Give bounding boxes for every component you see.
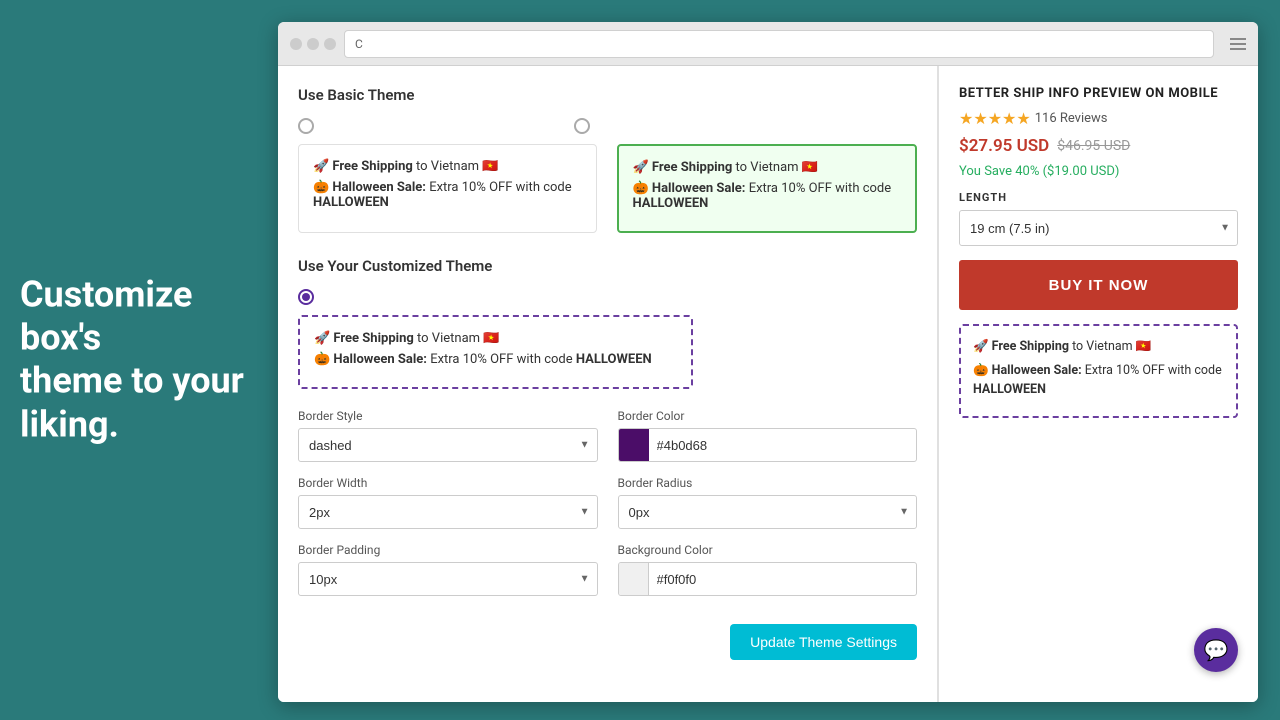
chat-bubble[interactable]: 💬 — [1194, 628, 1238, 672]
border-padding-select-wrap: 5px 8px 10px 12px 15px ▼ — [298, 562, 598, 596]
dot-yellow — [307, 38, 319, 50]
bg-color-group: Background Color — [618, 543, 918, 596]
border-radius-select-wrap: 0px 4px 8px 12px ▼ — [618, 495, 918, 529]
price-original: $46.95 USD — [1057, 138, 1130, 154]
bg-color-label: Background Color — [618, 543, 918, 557]
star-rating: ★★★★★ — [959, 109, 1031, 128]
border-radius-select[interactable]: 0px 4px 8px 12px — [618, 495, 918, 529]
menu-line2 — [1230, 43, 1246, 45]
customized-preview-box: 🚀 Free Shipping to Vietnam 🇻🇳 🎃 Hallowee… — [298, 315, 693, 389]
browser-window: C Use Basic Theme 🚀 Free Shipping to Vie… — [278, 22, 1258, 702]
basic-radio-2[interactable] — [574, 118, 590, 134]
basic-box2-line2: 🎃 Halloween Sale: Extra 10% OFF with cod… — [633, 181, 902, 211]
customized-radio-row — [298, 289, 917, 305]
border-width-select-wrap: 1px 2px 3px 4px ▼ — [298, 495, 598, 529]
border-width-label: Border Width — [298, 476, 598, 490]
hero-line3: liking. — [20, 403, 119, 445]
buy-now-button[interactable]: BUY IT NOW — [959, 260, 1238, 310]
hero-text: Customize box's theme to your liking. — [20, 274, 250, 447]
preview-title: BETTER SHIP INFO PREVIEW ON MOBILE — [959, 86, 1238, 101]
rating-row: ★★★★★ 116 Reviews — [959, 109, 1238, 128]
browser-menu-icon[interactable] — [1230, 38, 1246, 50]
border-color-group: Border Color — [618, 409, 918, 462]
bg-color-input-wrap — [618, 562, 918, 596]
custom-box-line1: 🚀 Free Shipping to Vietnam 🇻🇳 — [314, 331, 677, 346]
dot-green — [324, 38, 336, 50]
border-color-input-wrap — [618, 428, 918, 462]
hero-line1: Customize box's — [20, 274, 192, 359]
url-bar[interactable]: C — [344, 30, 1214, 58]
length-select[interactable]: 19 cm (7.5 in) — [959, 210, 1238, 246]
preview-ship-line2: 🎃 Halloween Sale: Extra 10% OFF with cod… — [973, 362, 1224, 400]
border-padding-group: Border Padding 5px 8px 10px 12px 15px ▼ — [298, 543, 598, 596]
border-padding-select[interactable]: 5px 8px 10px 12px 15px — [298, 562, 598, 596]
border-radius-group: Border Radius 0px 4px 8px 12px ▼ — [618, 476, 918, 529]
main-panel: Use Basic Theme 🚀 Free Shipping to Vietn… — [278, 66, 938, 702]
border-color-label: Border Color — [618, 409, 918, 423]
basic-theme-radio-row — [298, 118, 917, 134]
basic-theme-box-2: 🚀 Free Shipping to Vietnam 🇻🇳 🎃 Hallowee… — [617, 144, 918, 233]
border-style-group: Border Style solid dashed dotted double … — [298, 409, 598, 462]
price-current: $27.95 USD — [959, 136, 1049, 156]
preview-ship-line1: 🚀 Free Shipping to Vietnam 🇻🇳 — [973, 338, 1224, 357]
custom-box-line2: 🎃 Halloween Sale: Extra 10% OFF with cod… — [314, 352, 677, 367]
customized-section: Use Your Customized Theme 🚀 Free Shippin… — [298, 257, 917, 596]
border-style-select-wrap: solid dashed dotted double none ▼ — [298, 428, 598, 462]
border-style-select[interactable]: solid dashed dotted double none — [298, 428, 598, 462]
border-width-select[interactable]: 1px 2px 3px 4px — [298, 495, 598, 529]
border-style-label: Border Style — [298, 409, 598, 423]
border-color-swatch[interactable] — [619, 429, 649, 461]
bg-color-swatch[interactable] — [619, 563, 649, 595]
menu-line1 — [1230, 38, 1246, 40]
basic-theme-box-1: 🚀 Free Shipping to Vietnam 🇻🇳 🎃 Hallowee… — [298, 144, 597, 233]
bg-color-text[interactable] — [649, 572, 917, 587]
menu-line3 — [1230, 48, 1246, 50]
length-label: LENGTH — [959, 191, 1238, 204]
browser-dots — [290, 38, 336, 50]
basic-theme-previews: 🚀 Free Shipping to Vietnam 🇻🇳 🎃 Hallowee… — [298, 144, 917, 233]
length-select-wrap: 19 cm (7.5 in) ▼ — [959, 210, 1238, 246]
right-panel: BETTER SHIP INFO PREVIEW ON MOBILE ★★★★★… — [938, 66, 1258, 702]
chat-icon: 💬 — [1204, 638, 1229, 662]
border-padding-label: Border Padding — [298, 543, 598, 557]
price-row: $27.95 USD $46.95 USD — [959, 136, 1238, 156]
url-text: C — [355, 37, 363, 51]
border-width-group: Border Width 1px 2px 3px 4px ▼ — [298, 476, 598, 529]
basic-box1-line1: 🚀 Free Shipping to Vietnam 🇻🇳 — [313, 159, 582, 174]
savings-text: You Save 40% ($19.00 USD) — [959, 164, 1238, 179]
update-theme-button[interactable]: Update Theme Settings — [730, 624, 917, 660]
hero-line2: theme to your — [20, 360, 244, 402]
basic-theme-title: Use Basic Theme — [298, 86, 917, 104]
basic-box1-line2: 🎃 Halloween Sale: Extra 10% OFF with cod… — [313, 180, 582, 210]
review-count: 116 Reviews — [1035, 111, 1108, 126]
customized-radio[interactable] — [298, 289, 314, 305]
browser-content: Use Basic Theme 🚀 Free Shipping to Vietn… — [278, 66, 1258, 702]
customized-theme-title: Use Your Customized Theme — [298, 257, 917, 275]
browser-toolbar: C — [278, 22, 1258, 66]
theme-form: Border Style solid dashed dotted double … — [298, 409, 917, 596]
border-radius-label: Border Radius — [618, 476, 918, 490]
basic-box2-line1: 🚀 Free Shipping to Vietnam 🇻🇳 — [633, 160, 902, 175]
dot-red — [290, 38, 302, 50]
border-color-text[interactable] — [649, 438, 917, 453]
basic-radio-1[interactable] — [298, 118, 314, 134]
preview-ship-box: 🚀 Free Shipping to Vietnam 🇻🇳 🎃 Hallowee… — [959, 324, 1238, 418]
